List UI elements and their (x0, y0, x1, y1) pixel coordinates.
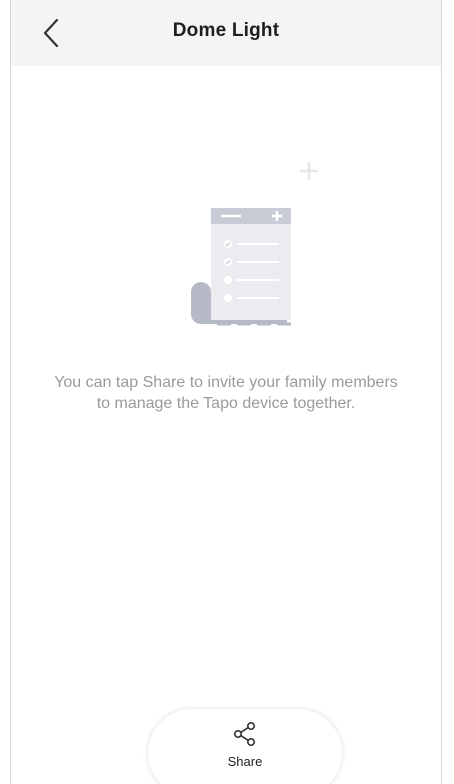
page-title: Dome Light (172, 20, 280, 41)
share-icon (233, 721, 256, 746)
share-label: Share (227, 754, 263, 769)
app-screen: Dome Light You can tap Share to invite y… (10, 0, 442, 784)
empty-state-illustration (181, 150, 341, 350)
share-button[interactable]: Share (147, 708, 343, 784)
empty-state-message: You can tap Share to invite your family … (54, 374, 398, 412)
document-list-icon (191, 162, 318, 326)
nav-bar: Dome Light (11, 0, 441, 66)
